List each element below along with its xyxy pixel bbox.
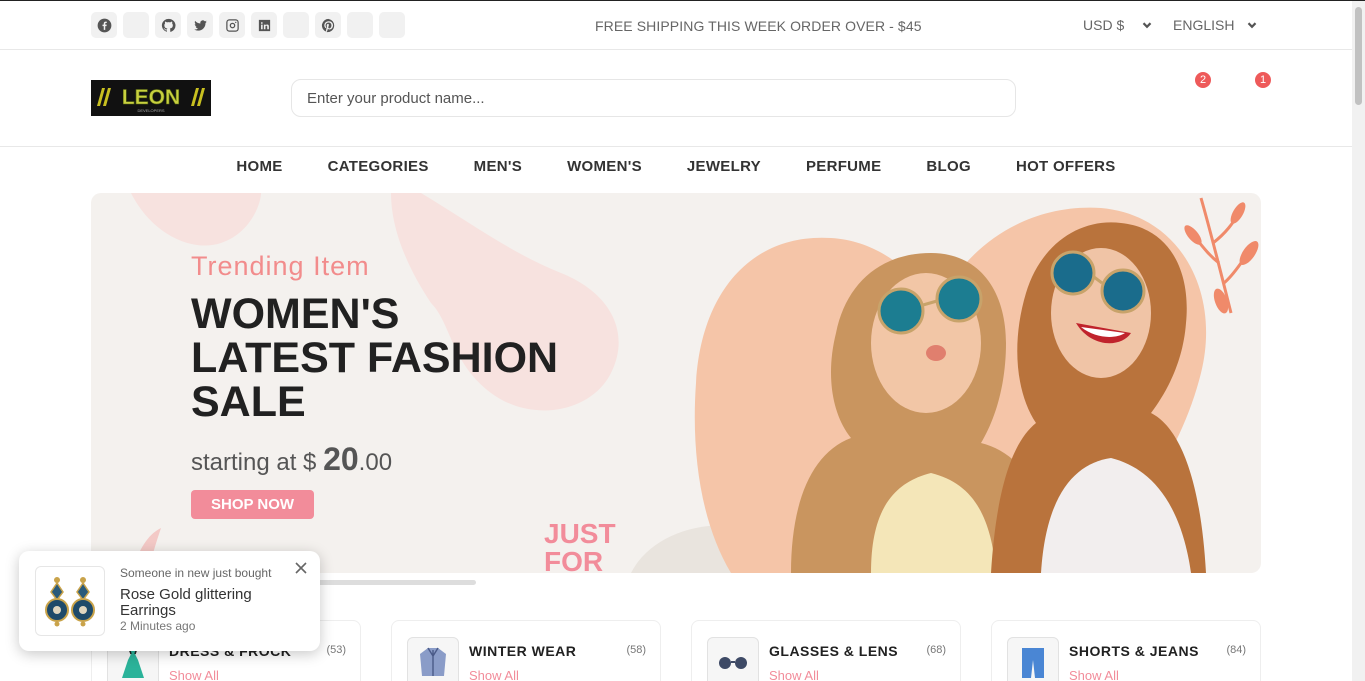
category-card[interactable]: GLASSES & LENS (68) Show All xyxy=(691,620,961,681)
nav-perfume[interactable]: PERFUME xyxy=(806,158,881,175)
cart-icon[interactable]: 1 xyxy=(1241,72,1271,102)
category-title: SHORTS & JEANS xyxy=(1069,643,1199,659)
glasses-icon xyxy=(707,637,759,681)
jeans-icon xyxy=(1007,637,1059,681)
twitter-icon[interactable] xyxy=(187,12,213,38)
page-scrollbar[interactable] xyxy=(1352,1,1365,681)
earrings-image xyxy=(35,566,105,636)
category-count: (58) xyxy=(626,644,646,656)
toast-product-name: Rose Gold glittering Earrings xyxy=(120,586,252,619)
category-count: (68) xyxy=(926,644,946,656)
nav-mens[interactable]: MEN'S xyxy=(474,158,522,175)
blank-icon[interactable] xyxy=(379,12,405,38)
show-all-link[interactable]: Show All xyxy=(469,668,519,681)
category-count: (84) xyxy=(1226,644,1246,656)
sticker-text-for: FOR xyxy=(544,546,603,573)
currency-select[interactable]: USD $ xyxy=(1083,17,1152,33)
show-all-link[interactable]: Show All xyxy=(1069,668,1119,681)
pinterest-icon[interactable] xyxy=(315,12,341,38)
hero-title: WOMEN'S LATEST FASHION SALE xyxy=(191,290,559,426)
purchase-notification-toast: Someone in new just bought Rose Gold gli… xyxy=(19,551,320,651)
nav-blog[interactable]: BLOG xyxy=(926,158,971,175)
instagram-icon[interactable] xyxy=(219,12,245,38)
chevron-down-icon xyxy=(1142,20,1152,30)
nav-hot-offers[interactable]: HOT OFFERS xyxy=(1016,158,1116,175)
category-card[interactable]: WINTER WEAR (58) Show All xyxy=(391,620,661,681)
site-logo[interactable]: LEON DEVELOPERS xyxy=(91,80,211,116)
github-icon[interactable] xyxy=(155,12,181,38)
page: FREE SHIPPING THIS WEEK ORDER OVER - $45… xyxy=(0,0,1365,681)
shipping-notice: FREE SHIPPING THIS WEEK ORDER OVER - $45 xyxy=(595,18,922,34)
chevron-down-icon xyxy=(1247,20,1257,30)
nav-home[interactable]: HOME xyxy=(236,158,282,175)
price-main: 20 xyxy=(323,441,359,477)
coat-icon xyxy=(407,637,459,681)
show-all-link[interactable]: Show All xyxy=(169,668,219,681)
nav-jewelry[interactable]: JEWELRY xyxy=(687,158,761,175)
social-links xyxy=(91,12,405,38)
svg-text:DEVELOPERS: DEVELOPERS xyxy=(137,108,164,113)
top-bar: FREE SHIPPING THIS WEEK ORDER OVER - $45… xyxy=(0,1,1352,50)
cart-count-badge: 1 xyxy=(1255,72,1271,88)
currency-label: USD $ xyxy=(1083,17,1125,33)
wishlist-icon[interactable]: 2 xyxy=(1181,72,1211,102)
hero-banner: JUST FOR Trending Item WOMEN'S LATEST FA… xyxy=(91,193,1261,573)
category-count: (53) xyxy=(326,644,346,656)
nav-womens[interactable]: WOMEN'S xyxy=(567,158,642,175)
header: LEON DEVELOPERS 2 1 xyxy=(0,50,1352,147)
price-prefix: starting at $ xyxy=(191,449,317,476)
toast-message: Someone in new just bought xyxy=(120,566,272,580)
blank-icon[interactable] xyxy=(123,12,149,38)
hero-subtitle: Trending Item xyxy=(191,251,370,281)
blank-icon[interactable] xyxy=(347,12,373,38)
category-title: WINTER WEAR xyxy=(469,643,577,659)
close-icon[interactable] xyxy=(294,561,308,575)
sticker-text-just: JUST xyxy=(544,518,616,549)
shop-now-button[interactable]: SHOP NOW xyxy=(191,490,315,519)
hero-text: Trending Item WOMEN'S LATEST FASHION SAL… xyxy=(191,251,571,519)
scrollbar-thumb[interactable] xyxy=(1355,7,1362,105)
nav-categories[interactable]: CATEGORIES xyxy=(328,158,429,175)
language-select[interactable]: ENGLISH xyxy=(1173,17,1257,33)
main-nav: HOME CATEGORIES MEN'S WOMEN'S JEWELRY PE… xyxy=(0,158,1352,175)
facebook-icon[interactable] xyxy=(91,12,117,38)
category-card[interactable]: SHORTS & JEANS (84) Show All xyxy=(991,620,1261,681)
language-label: ENGLISH xyxy=(1173,17,1235,33)
wishlist-count-badge: 2 xyxy=(1195,72,1211,88)
hero-price: starting at $ 20.00 xyxy=(191,441,571,478)
linkedin-icon[interactable] xyxy=(251,12,277,38)
show-all-link[interactable]: Show All xyxy=(769,668,819,681)
toast-time: 2 Minutes ago xyxy=(120,619,196,633)
svg-text:LEON: LEON xyxy=(122,86,180,109)
blank-icon[interactable] xyxy=(283,12,309,38)
price-cents: .00 xyxy=(358,449,393,476)
search-input[interactable] xyxy=(291,79,1016,117)
category-title: GLASSES & LENS xyxy=(769,643,899,659)
